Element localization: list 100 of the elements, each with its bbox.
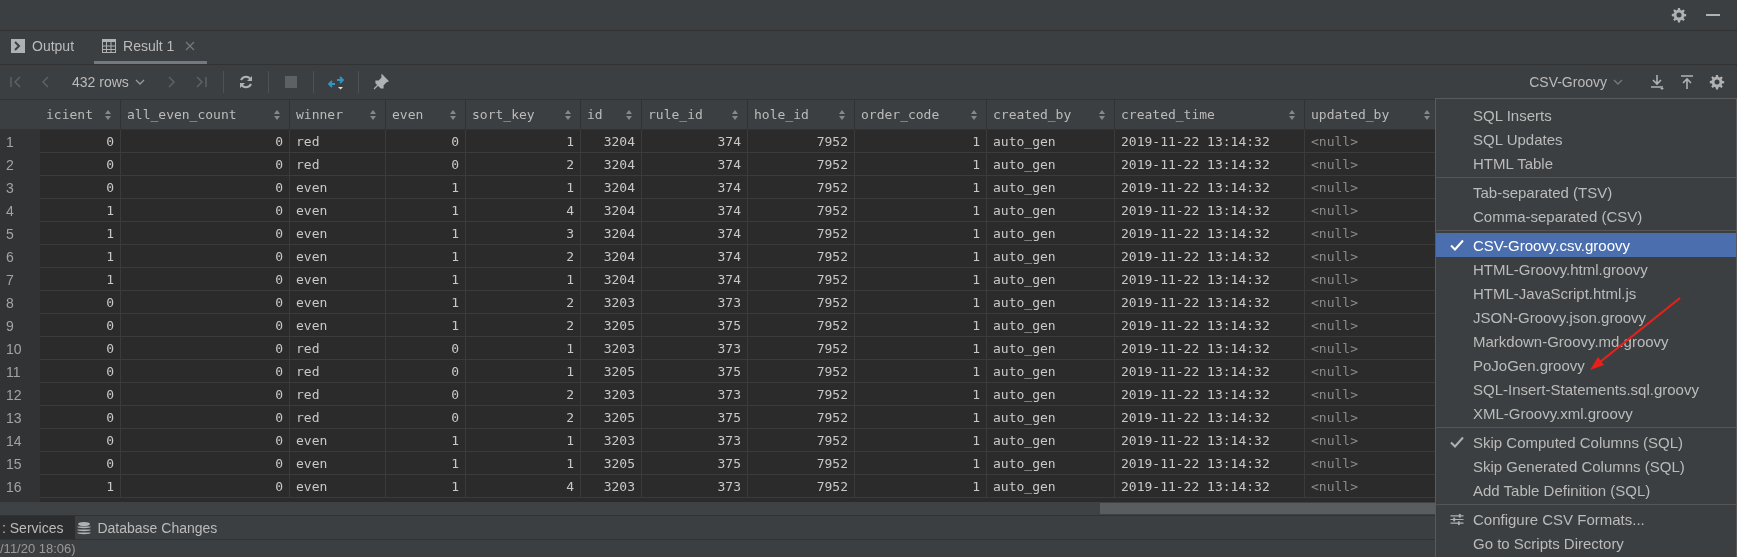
table-cell: 375 — [642, 314, 748, 337]
tab-label: Database Changes — [97, 519, 218, 536]
sort-icon — [273, 108, 281, 121]
table-cell: even — [290, 475, 386, 498]
table-cell: 2019-11-22 13:14:32 — [1115, 475, 1305, 498]
column-header[interactable]: created_by — [987, 100, 1115, 129]
row-number: 12 — [0, 383, 40, 406]
tool-window-tab[interactable]: : Services — [0, 516, 76, 539]
table-cell: 0 — [121, 475, 290, 498]
download-icon[interactable] — [1649, 74, 1665, 90]
table-cell: red — [290, 406, 386, 429]
table-cell: 1 — [855, 222, 987, 245]
table-cell: 3204 — [581, 130, 642, 153]
table-cell: 7952 — [748, 475, 855, 498]
column-header[interactable]: hole_id — [748, 100, 855, 129]
table-cell: 3203 — [581, 291, 642, 314]
menu-item[interactable]: Configure CSV Formats... — [1436, 507, 1736, 531]
table-cell: red — [290, 130, 386, 153]
caret-icon — [1613, 79, 1623, 85]
column-header[interactable]: sort_key — [466, 100, 581, 129]
rows-dropdown[interactable]: 432 rows — [68, 72, 149, 92]
table-cell: even — [290, 314, 386, 337]
column-header[interactable]: winner — [290, 100, 386, 129]
sort-icon — [369, 108, 377, 121]
column-header[interactable]: created_time — [1115, 100, 1305, 129]
table-cell: 0 — [40, 291, 121, 314]
pin-icon[interactable] — [372, 74, 389, 90]
table-cell: 3204 — [581, 176, 642, 199]
tool-window-tab[interactable]: Database Changes — [75, 516, 230, 539]
result-tab[interactable]: Result 1 — [94, 31, 208, 64]
table-cell: even — [290, 245, 386, 268]
table-cell: 2019-11-22 13:14:32 — [1115, 337, 1305, 360]
refresh-icon[interactable] — [237, 74, 254, 90]
result-tab[interactable]: Output — [8, 31, 87, 64]
table-cell: 1 — [855, 360, 987, 383]
table-cell: even — [290, 199, 386, 222]
table-cell: 374 — [642, 176, 748, 199]
table-cell: 1 — [386, 222, 466, 245]
row-number: 11 — [0, 360, 40, 383]
table-cell: 7952 — [748, 153, 855, 176]
table-cell: 7952 — [748, 383, 855, 406]
menu-item[interactable]: Go to Scripts Directory — [1436, 531, 1736, 555]
settings-icon[interactable] — [1709, 74, 1725, 90]
table-cell: 3204 — [581, 268, 642, 291]
table-cell: 7952 — [748, 452, 855, 475]
table-cell: 3203 — [581, 337, 642, 360]
tab-label: Result 1 — [123, 38, 175, 54]
column-header[interactable]: even — [386, 100, 466, 129]
table-cell: 0 — [386, 383, 466, 406]
table-cell: 7952 — [748, 245, 855, 268]
table-cell: 3204 — [581, 222, 642, 245]
table-cell: 7952 — [748, 199, 855, 222]
settings-icon[interactable] — [1671, 7, 1687, 23]
column-header[interactable]: icient — [40, 100, 121, 129]
table-cell: 7952 — [748, 268, 855, 291]
table-cell: auto_gen — [987, 337, 1115, 360]
column-header[interactable]: id — [581, 100, 642, 129]
tab-label: Output — [32, 38, 75, 54]
table-cell: red — [290, 153, 386, 176]
caret-icon — [134, 79, 145, 85]
table-cell: 1 — [855, 245, 987, 268]
table-cell: 1 — [855, 452, 987, 475]
table-cell: 7952 — [748, 429, 855, 452]
menu-item[interactable]: CSV-Groovy.csv.groovy — [1436, 233, 1736, 257]
table-cell: 0 — [121, 268, 290, 291]
compare-arrows-icon[interactable] — [327, 74, 344, 90]
upload-icon[interactable] — [1679, 74, 1695, 90]
table-cell: 1 — [855, 199, 987, 222]
column-header[interactable]: rule_id — [642, 100, 748, 129]
close-icon[interactable] — [185, 41, 196, 51]
table-cell: 1 — [855, 153, 987, 176]
table-cell: auto_gen — [987, 222, 1115, 245]
table-cell: 2019-11-22 13:14:32 — [1115, 406, 1305, 429]
table-cell: even — [290, 291, 386, 314]
table-cell: 7952 — [748, 291, 855, 314]
table-cell: 1 — [40, 245, 121, 268]
row-number: 16 — [0, 475, 40, 498]
table-cell: 3205 — [581, 406, 642, 429]
table-cell: 1 — [466, 360, 581, 383]
table-cell: 1 — [40, 268, 121, 291]
table-cell: 2 — [466, 314, 581, 337]
table-cell: 1 — [855, 176, 987, 199]
row-number: 2 — [0, 153, 40, 176]
row-number: 7 — [0, 268, 40, 291]
table-cell: 3205 — [581, 452, 642, 475]
table-cell: 373 — [642, 337, 748, 360]
column-header[interactable]: all_even_count — [121, 100, 290, 129]
table-cell: 2019-11-22 13:14:32 — [1115, 130, 1305, 153]
column-header[interactable]: order_code — [855, 100, 987, 129]
table-cell: auto_gen — [987, 245, 1115, 268]
table-cell: red — [290, 360, 386, 383]
extractor-dropdown[interactable]: CSV-Groovy — [1525, 72, 1627, 92]
table-cell: 0 — [121, 153, 290, 176]
table-cell: 1 — [386, 429, 466, 452]
table-cell: 0 — [121, 199, 290, 222]
table-cell: 375 — [642, 452, 748, 475]
table-cell: 1 — [386, 199, 466, 222]
table-cell: even — [290, 222, 386, 245]
table-cell: 374 — [642, 268, 748, 291]
sort-icon — [625, 108, 633, 121]
